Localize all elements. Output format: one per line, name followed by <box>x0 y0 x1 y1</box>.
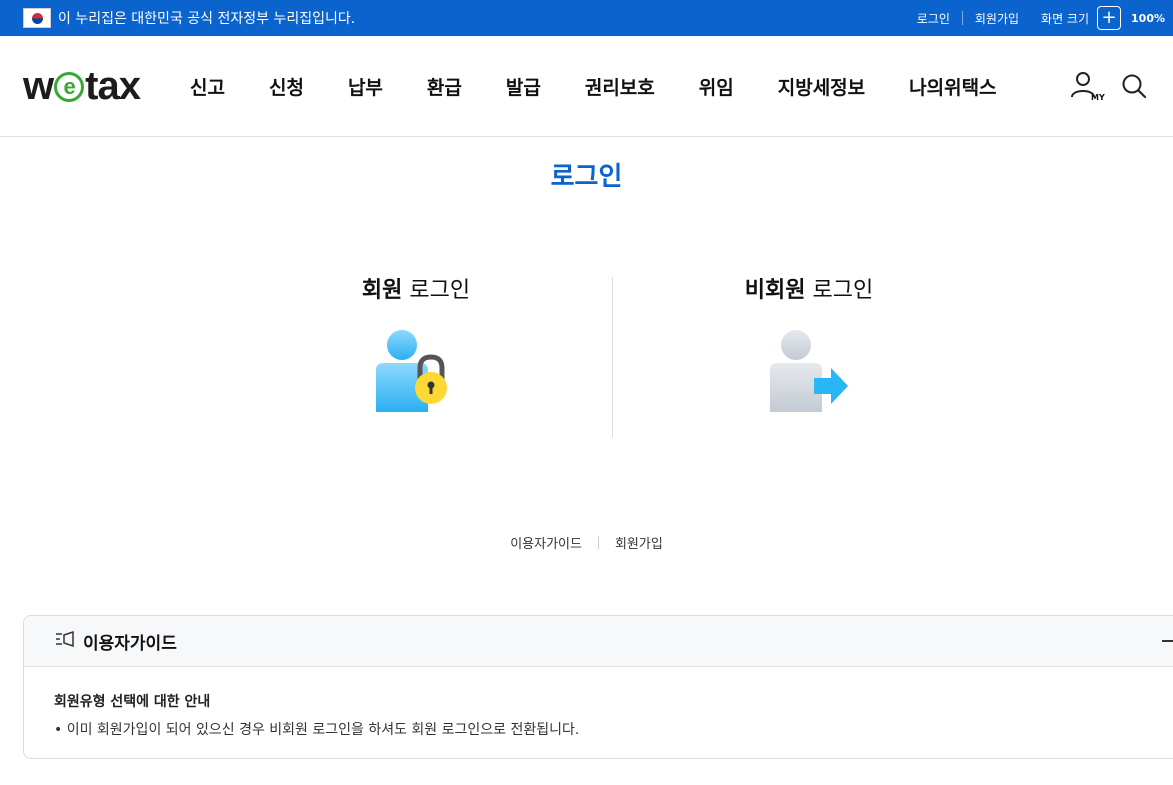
guide-answer: • 이미 회원가입이 되어 있으신 경우 비회원 로그인을 하셔도 회원 로그인… <box>54 722 580 738</box>
nav-local-tax-info[interactable]: 지방세정보 <box>778 73 865 100</box>
main-nav: 신고 신청 납부 환급 발급 권리보호 위임 지방세정보 나의위택스 <box>190 36 997 136</box>
column-divider <box>612 277 613 437</box>
zoom-level: 100% <box>1131 11 1165 25</box>
search-icon[interactable] <box>1121 73 1147 99</box>
nav-apply[interactable]: 신청 <box>269 73 304 100</box>
guide-question: 회원유형 선택에 대한 안내 <box>54 694 211 710</box>
login-label: 로그인 <box>402 278 471 303</box>
logo-w: w <box>23 64 54 108</box>
nav-refund[interactable]: 환급 <box>427 73 462 100</box>
signup-link[interactable]: 회원가입 <box>615 533 663 552</box>
logo-tax: tax <box>85 64 141 108</box>
guest-label: 비회원 <box>744 278 806 303</box>
page-title: 로그인 <box>550 162 623 192</box>
nav-pay[interactable]: 납부 <box>348 73 383 100</box>
nav-rights[interactable]: 권리보호 <box>585 73 655 100</box>
korea-flag-icon <box>23 8 51 28</box>
member-login-title: 회원 로그인 <box>266 272 566 304</box>
guide-icon <box>55 630 75 651</box>
login-label: 로그인 <box>805 278 874 303</box>
divider <box>597 536 599 549</box>
member-lock-icon <box>266 328 566 416</box>
my-label: MY <box>1091 93 1105 102</box>
user-guide-title: 이용자가이드 <box>83 633 177 654</box>
login-sub-links: 이용자가이드 회원가입 <box>0 533 1173 552</box>
site-header: w e tax 신고 신청 납부 환급 발급 권리보호 위임 지방세정보 나의위… <box>0 36 1173 137</box>
collapse-icon[interactable] <box>1162 640 1173 642</box>
top-login-link[interactable]: 로그인 <box>905 10 962 27</box>
screen-size-label: 화면 크기 <box>1041 11 1090 26</box>
top-signup-link[interactable]: 회원가입 <box>963 10 1031 27</box>
gov-notice: 이 누리집은 대한민국 공식 전자정부 누리집입니다. <box>58 11 356 27</box>
member-label: 회원 <box>361 278 403 303</box>
guest-login-option[interactable]: 비회원 로그인 <box>659 272 959 416</box>
user-guide-panel: 이용자가이드 회원유형 선택에 대한 안내 • 이미 회원가입이 되어 있으신 … <box>23 615 1173 759</box>
guest-login-title: 비회원 로그인 <box>659 272 959 304</box>
zoom-in-button[interactable]: + <box>1097 6 1122 30</box>
nav-my-wetax[interactable]: 나의위택스 <box>909 73 996 100</box>
nav-report[interactable]: 신고 <box>190 73 225 100</box>
gov-banner: 이 누리집은 대한민국 공식 전자정부 누리집입니다. 로그인 회원가입 화면 … <box>0 0 1173 36</box>
nav-issue[interactable]: 발급 <box>506 73 541 100</box>
guest-arrow-icon <box>659 328 959 416</box>
member-login-option[interactable]: 회원 로그인 <box>266 272 566 416</box>
my-page-icon[interactable]: MY <box>1069 70 1105 102</box>
wetax-logo[interactable]: w e tax <box>23 64 141 109</box>
logo-e-circle: e <box>54 71 85 102</box>
user-guide-header[interactable]: 이용자가이드 <box>24 616 1173 667</box>
nav-delegate[interactable]: 위임 <box>699 73 734 100</box>
user-guide-link[interactable]: 이용자가이드 <box>510 533 582 552</box>
